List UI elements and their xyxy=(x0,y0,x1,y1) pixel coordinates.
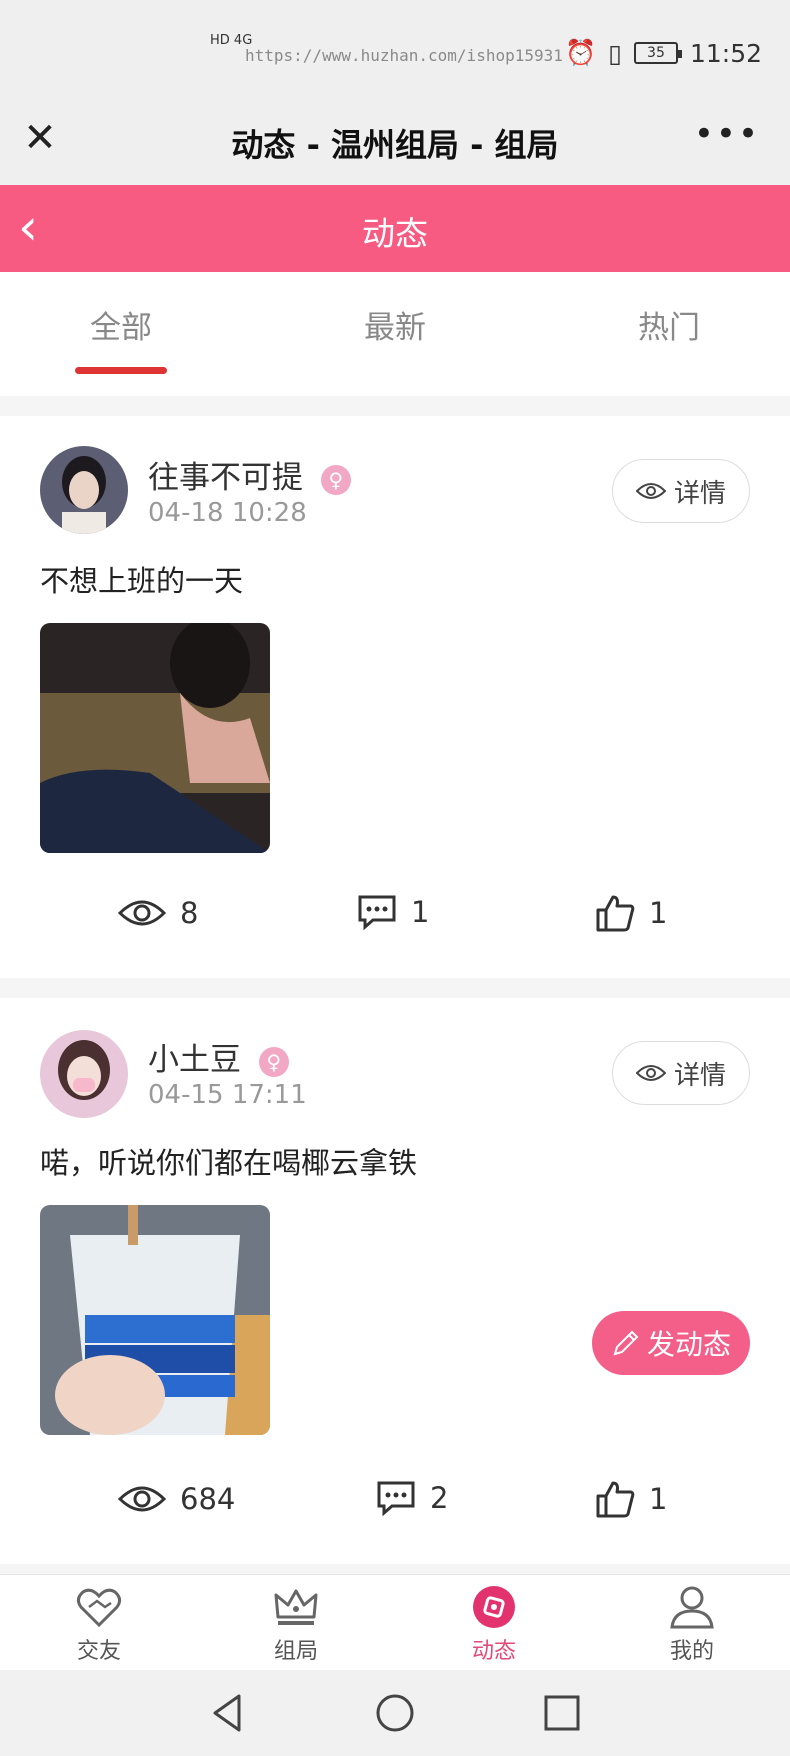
female-icon: ♀ xyxy=(258,1046,289,1077)
comment-count[interactable]: 1 xyxy=(357,894,429,930)
page-header: ‹ 动态 xyxy=(0,185,790,272)
comment-icon xyxy=(358,895,396,930)
window-title: 动态 - 温州组局 - 组局 xyxy=(231,126,559,164)
post-image[interactable] xyxy=(40,1205,270,1435)
eye-icon xyxy=(118,1486,166,1512)
more-icon[interactable]: ••• xyxy=(694,114,760,154)
nav-item-moments[interactable]: 动态 xyxy=(434,1583,554,1665)
comment-count-value: 2 xyxy=(430,1481,449,1515)
tab-hot[interactable]: 热门 xyxy=(589,302,749,347)
post-username: 往事不可提 ♀ xyxy=(148,452,351,497)
clock-time: 11:52 xyxy=(689,38,762,68)
nav-label: 交友 xyxy=(76,1639,121,1664)
home-circle-icon[interactable] xyxy=(370,1688,420,1738)
view-count: 684 xyxy=(118,1482,235,1516)
tab-bar: 全部 最新 热门 xyxy=(0,272,790,396)
bottom-nav: 交友 组局 动态 我的 xyxy=(0,1574,790,1670)
title-bar: ✕ 动态 - 温州组局 - 组局 ••• xyxy=(0,100,790,185)
avatar[interactable] xyxy=(40,446,128,534)
post-username: 小土豆 ♀ xyxy=(148,1034,289,1079)
nav-item-groups[interactable]: 组局 xyxy=(236,1583,356,1665)
crown-icon xyxy=(274,1589,318,1625)
vibrate-icon: ▯ xyxy=(608,38,622,68)
compass-icon xyxy=(473,1586,515,1628)
status-bar: HD 4G https://www.huzhan.com/ishop15931 … xyxy=(0,0,790,100)
eye-icon xyxy=(118,900,166,926)
nav-label: 动态 xyxy=(471,1639,516,1664)
recents-square-icon[interactable] xyxy=(537,1688,587,1738)
heart-handshake-icon xyxy=(76,1588,122,1628)
detail-button[interactable]: 详情 xyxy=(612,1041,750,1105)
like-count-value: 1 xyxy=(649,1482,668,1516)
tab-all[interactable]: 全部 xyxy=(41,302,201,347)
post-time: 04-15 17:11 xyxy=(148,1080,307,1110)
detail-label: 详情 xyxy=(673,1060,726,1091)
detail-button[interactable]: 详情 xyxy=(612,459,750,523)
view-count: 8 xyxy=(118,896,198,930)
pencil-icon xyxy=(613,1330,639,1356)
thumbs-up-icon xyxy=(596,895,635,932)
alarm-icon: ⏰ xyxy=(565,38,597,67)
username-text: 小土豆 xyxy=(148,1042,241,1078)
like-count[interactable]: 1 xyxy=(595,1480,667,1518)
username-text: 往事不可提 xyxy=(148,460,303,496)
post-card: 小土豆 ♀ 04-15 17:11 详情 喏，听说你们都在喝椰云拿铁 684 2… xyxy=(0,998,790,1564)
comment-icon xyxy=(377,1481,415,1516)
page-title: 动态 xyxy=(362,214,428,253)
status-icons: ⏰ ▯ 35 11:52 xyxy=(565,38,762,68)
nav-label: 组局 xyxy=(273,1639,318,1664)
nav-item-friends[interactable]: 交友 xyxy=(39,1583,159,1665)
eye-icon xyxy=(635,483,666,499)
back-triangle-icon[interactable] xyxy=(203,1688,253,1738)
post-image[interactable] xyxy=(40,623,270,853)
tab-active-indicator xyxy=(75,367,167,374)
battery-icon: 35 xyxy=(633,42,682,64)
thumbs-up-icon xyxy=(596,1481,635,1518)
post-new-label: 发动态 xyxy=(646,1328,731,1361)
url-watermark: https://www.huzhan.com/ishop15931 xyxy=(245,46,563,65)
post-time: 04-18 10:28 xyxy=(148,498,307,528)
post-new-button[interactable]: 发动态 xyxy=(592,1311,750,1375)
comment-count-value: 1 xyxy=(411,895,430,929)
view-count-value: 684 xyxy=(180,1482,236,1516)
post-text: 喏，听说你们都在喝椰云拿铁 xyxy=(40,1146,418,1180)
nav-label: 我的 xyxy=(669,1639,714,1664)
avatar[interactable] xyxy=(40,1030,128,1118)
female-icon: ♀ xyxy=(320,464,351,495)
post-text: 不想上班的一天 xyxy=(40,564,244,598)
post-card: 往事不可提 ♀ 04-18 10:28 详情 不想上班的一天 8 1 1 xyxy=(0,416,790,978)
person-icon xyxy=(670,1586,714,1629)
system-nav xyxy=(0,1670,790,1756)
like-count[interactable]: 1 xyxy=(595,894,667,932)
eye-icon xyxy=(635,1065,666,1081)
nav-item-profile[interactable]: 我的 xyxy=(632,1583,752,1665)
like-count-value: 1 xyxy=(649,896,668,930)
comment-count[interactable]: 2 xyxy=(376,1480,448,1516)
detail-label: 详情 xyxy=(673,478,726,509)
tab-latest[interactable]: 最新 xyxy=(315,302,475,347)
view-count-value: 8 xyxy=(180,896,199,930)
